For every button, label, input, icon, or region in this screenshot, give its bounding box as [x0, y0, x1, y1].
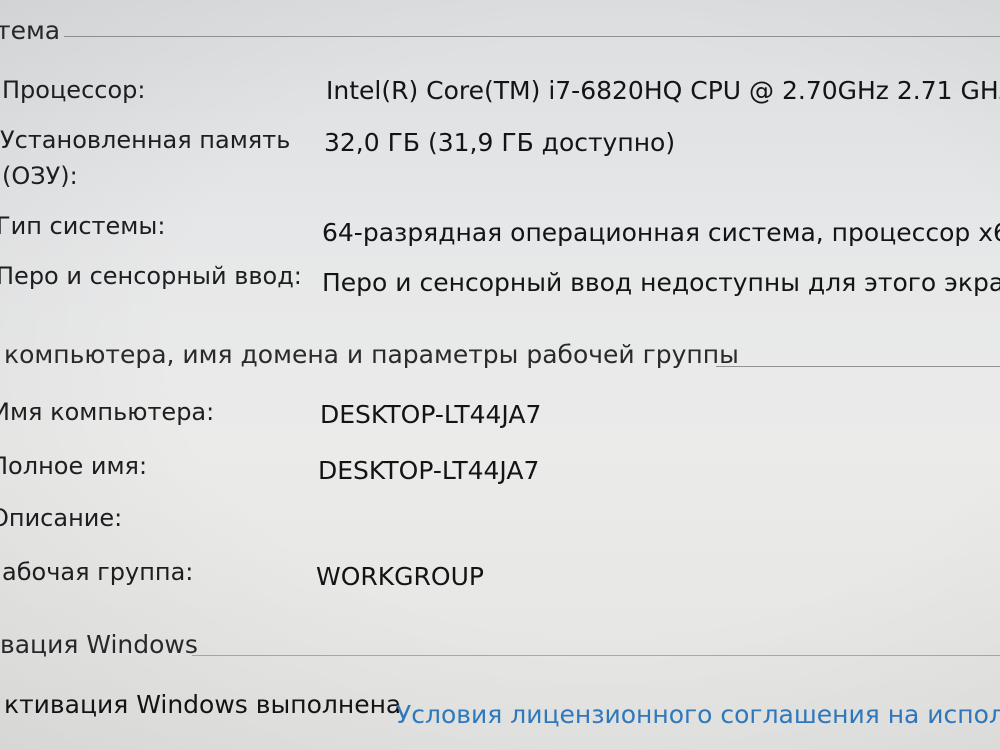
activation-status: ктивация Windows выполнена	[4, 690, 402, 719]
pen-touch-label: Перо и сенсорный ввод:	[0, 262, 302, 290]
pen-touch-value: Перо и сенсорный ввод недоступны для это…	[322, 268, 1000, 297]
workgroup-value: WORKGROUP	[316, 562, 484, 591]
full-name-value: DESKTOP-LT44JA7	[318, 456, 540, 485]
processor-value: Intel(R) Core(TM) i7-6820HQ CPU @ 2.70GH…	[326, 76, 1000, 105]
system-section-header: тема	[0, 16, 61, 45]
installed-memory-value: 32,0 ГБ (31,9 ГБ доступно)	[324, 128, 676, 157]
activation-section-header: вация Windows	[0, 630, 198, 659]
installed-memory-label: Установленная память	[0, 126, 291, 154]
activation-section-divider	[192, 655, 1000, 656]
system-type-value: 64-разрядная операционная система, проце…	[322, 218, 1000, 247]
computer-section-divider	[716, 366, 1000, 367]
computer-name-value: DESKTOP-LT44JA7	[320, 400, 542, 429]
license-terms-link[interactable]: Условия лицензионного соглашения на испо…	[396, 700, 1000, 729]
workgroup-label: абочая группа:	[2, 558, 194, 586]
computer-name-label: Имя компьютера:	[0, 398, 215, 426]
description-label: Описание:	[0, 504, 123, 532]
system-type-label: Гип системы:	[0, 212, 166, 240]
system-section-divider	[64, 36, 1000, 37]
processor-label: Процессор:	[2, 76, 146, 104]
full-name-label: Полное имя:	[0, 452, 148, 480]
installed-memory-label-ram: (ОЗУ):	[2, 162, 78, 190]
computer-section-header: компьютера, имя домена и параметры рабоч…	[4, 340, 739, 369]
